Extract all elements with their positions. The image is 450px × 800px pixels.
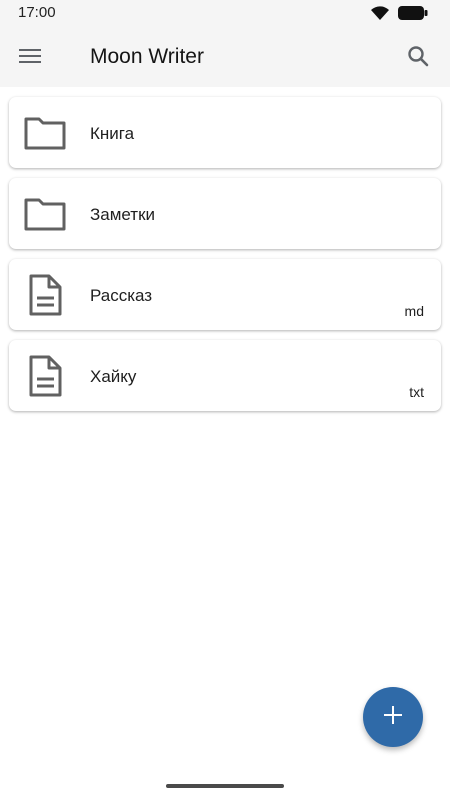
gesture-bar[interactable] (166, 784, 284, 788)
document-icon (23, 273, 67, 317)
file-extension: txt (409, 384, 424, 400)
add-icon (384, 705, 402, 729)
file-list: Книга Заметки Рассказ md Хайку txt (9, 97, 441, 421)
battery-icon (398, 6, 428, 25)
add-button[interactable] (363, 687, 423, 747)
list-item-folder[interactable]: Книга (9, 97, 441, 168)
folder-icon (23, 192, 67, 236)
file-name: Книга (90, 124, 135, 143)
file-name: Хайку (90, 367, 137, 386)
list-item-folder[interactable]: Заметки (9, 178, 441, 249)
search-icon (407, 45, 429, 72)
menu-icon (19, 48, 41, 69)
wifi-icon (370, 5, 390, 26)
folder-icon (23, 111, 67, 155)
menu-button[interactable] (16, 46, 44, 70)
app-title: Moon Writer (90, 45, 204, 68)
document-icon (23, 354, 67, 398)
search-button[interactable] (404, 44, 432, 72)
file-extension: md (404, 303, 424, 319)
status-time: 17:00 (18, 4, 56, 21)
status-bar: 17:00 (0, 0, 450, 28)
app-bar: Moon Writer (0, 28, 450, 87)
status-icons (370, 5, 428, 26)
file-name: Рассказ (90, 286, 153, 305)
list-item-file[interactable]: Рассказ md (9, 259, 441, 330)
file-name: Заметки (90, 205, 156, 224)
list-item-file[interactable]: Хайку txt (9, 340, 441, 411)
